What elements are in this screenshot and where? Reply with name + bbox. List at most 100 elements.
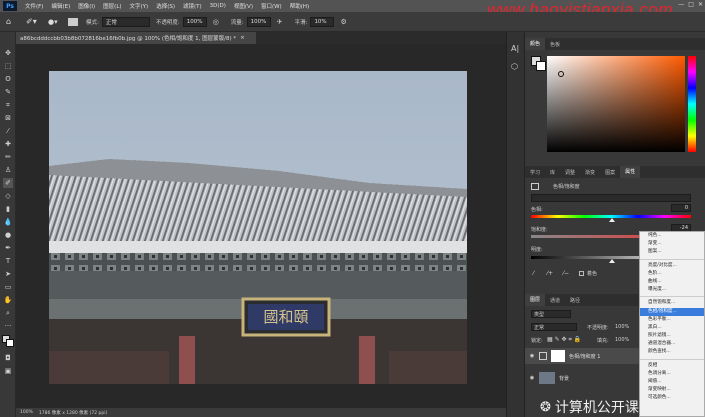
menu-item[interactable]: 渐变映射... bbox=[640, 386, 704, 394]
menu-edit[interactable]: 编辑(E) bbox=[47, 2, 74, 10]
close-tab-icon[interactable]: × bbox=[240, 35, 245, 41]
flow-input[interactable]: 100% bbox=[246, 16, 271, 27]
menu-filter[interactable]: 滤镜(T) bbox=[179, 2, 206, 10]
document-tab[interactable]: a86bcdddccbb03b8b072816be16fb0b.jpg @ 10… bbox=[16, 32, 256, 44]
brush-preset-icon[interactable]: ✐▾ bbox=[26, 17, 44, 26]
hue-value[interactable]: 0 bbox=[671, 204, 691, 212]
history-brush-tool-icon[interactable]: ✐ bbox=[3, 178, 13, 188]
eyedropper-tool-icon[interactable]: ⁄ bbox=[3, 126, 13, 136]
lock-icons[interactable]: ▦ ✎ ✥ ⌗ 🔒 bbox=[547, 336, 581, 344]
preset-select[interactable] bbox=[531, 194, 691, 202]
menu-view[interactable]: 视图(V) bbox=[230, 2, 257, 10]
eraser-tool-icon[interactable]: ◇ bbox=[3, 191, 13, 201]
eyedropper-minus-icon[interactable]: ⁄− bbox=[563, 270, 569, 277]
menu-item[interactable]: 色阶... bbox=[640, 270, 704, 278]
tab-libraries[interactable]: 库 bbox=[545, 169, 560, 176]
pen-tool-icon[interactable]: ✒ bbox=[3, 243, 13, 253]
colorize-checkbox[interactable] bbox=[579, 271, 584, 276]
bg-color-chip[interactable] bbox=[536, 61, 546, 71]
menu-window[interactable]: 窗口(W) bbox=[257, 2, 286, 10]
tab-gradients[interactable]: 渐变 bbox=[580, 169, 600, 176]
menu-item[interactable]: 色相/饱和度... bbox=[640, 307, 704, 316]
menu-help[interactable]: 帮助(H) bbox=[286, 2, 313, 10]
menu-item[interactable]: 纯色... bbox=[640, 232, 704, 240]
quick-mask-icon[interactable]: ◘ bbox=[3, 353, 13, 363]
zoom-tool-icon[interactable]: ⌕ bbox=[3, 308, 13, 318]
brush-panel-icon[interactable] bbox=[68, 17, 78, 26]
menu-item[interactable]: 渐变... bbox=[640, 240, 704, 248]
visibility-eye-icon[interactable]: ◉ bbox=[525, 353, 539, 359]
tab-learn[interactable]: 学习 bbox=[525, 169, 545, 176]
tab-color[interactable]: 颜色 bbox=[525, 38, 546, 50]
menu-item[interactable]: 图案... bbox=[640, 248, 704, 256]
menu-image[interactable]: 图像(I) bbox=[74, 2, 99, 10]
hue-strip[interactable] bbox=[688, 56, 696, 152]
layer-opacity-value[interactable]: 100% bbox=[615, 324, 629, 330]
visibility-eye-icon[interactable]: ◉ bbox=[525, 375, 539, 381]
tab-paths[interactable]: 路径 bbox=[565, 297, 585, 304]
zoom-level[interactable]: 100% bbox=[20, 410, 33, 415]
airbrush-icon[interactable]: ✈ bbox=[277, 18, 287, 26]
menu-item[interactable]: 可选颜色... bbox=[640, 394, 704, 402]
healing-tool-icon[interactable]: ✚ bbox=[3, 139, 13, 149]
menu-item[interactable]: 色调分离... bbox=[640, 370, 704, 378]
dodge-tool-icon[interactable]: ● bbox=[3, 230, 13, 240]
screen-mode-icon[interactable]: ▣ bbox=[3, 366, 13, 376]
more-tools-icon[interactable]: ··· bbox=[3, 321, 13, 331]
menu-type[interactable]: 文字(Y) bbox=[126, 2, 153, 10]
menu-item[interactable]: 颜色查找... bbox=[640, 348, 704, 356]
menu-item[interactable]: 色彩平衡... bbox=[640, 316, 704, 324]
eyedropper-plus-icon[interactable]: ⁄+ bbox=[547, 270, 553, 277]
maximize-button[interactable]: □ bbox=[688, 1, 694, 8]
blend-mode-select[interactable]: 正常 bbox=[531, 323, 577, 331]
frame-tool-icon[interactable]: ⊠ bbox=[3, 113, 13, 123]
menu-file[interactable]: 文件(F) bbox=[21, 2, 47, 10]
fill-value[interactable]: 100% bbox=[615, 337, 629, 343]
move-tool-icon[interactable]: ✥ bbox=[3, 48, 13, 58]
pressure-opacity-icon[interactable]: ◎ bbox=[213, 18, 223, 26]
lightness-slider-thumb[interactable] bbox=[609, 259, 615, 263]
menu-item[interactable]: 通道混合器... bbox=[640, 340, 704, 348]
hand-tool-icon[interactable]: ✋ bbox=[3, 295, 13, 305]
brush-size-icon[interactable]: ●▾ bbox=[48, 18, 66, 26]
tab-layers[interactable]: 图层 bbox=[525, 294, 546, 306]
tab-patterns[interactable]: 图案 bbox=[600, 169, 620, 176]
home-icon[interactable]: ⌂ bbox=[6, 17, 20, 26]
character-panel-icon[interactable]: A| bbox=[511, 44, 519, 53]
mode-select[interactable]: 正常 bbox=[101, 16, 150, 27]
blur-tool-icon[interactable]: 💧 bbox=[3, 217, 13, 227]
tab-swatches[interactable]: 色板 bbox=[545, 41, 565, 48]
gradient-tool-icon[interactable]: ▮ bbox=[3, 204, 13, 214]
shape-tool-icon[interactable]: ▭ bbox=[3, 282, 13, 292]
menu-item[interactable]: 照片滤镜... bbox=[640, 332, 704, 340]
menu-item[interactable]: 阈值... bbox=[640, 378, 704, 386]
path-select-tool-icon[interactable]: ➤ bbox=[3, 269, 13, 279]
hue-slider-thumb[interactable] bbox=[609, 218, 615, 222]
document-image[interactable]: 國和頤 bbox=[49, 71, 467, 384]
brush-tool-icon[interactable]: ✏ bbox=[3, 152, 13, 162]
opacity-input[interactable]: 100% bbox=[182, 16, 207, 27]
clone-stamp-tool-icon[interactable]: ♙ bbox=[3, 165, 13, 175]
layer-mask-thumbnail[interactable] bbox=[551, 350, 565, 362]
tab-adjustments[interactable]: 调整 bbox=[560, 169, 580, 176]
menu-item[interactable]: 曝光度... bbox=[640, 286, 704, 294]
smooth-input[interactable]: 10% bbox=[310, 16, 335, 27]
type-tool-icon[interactable]: T bbox=[3, 256, 13, 266]
paragraph-panel-icon[interactable]: ⬡ bbox=[511, 62, 518, 71]
close-window-button[interactable]: ✕ bbox=[698, 1, 703, 8]
menu-3d[interactable]: 3D(D) bbox=[206, 3, 230, 9]
lasso-tool-icon[interactable]: ʘ bbox=[3, 74, 13, 84]
menu-select[interactable]: 选择(S) bbox=[152, 2, 179, 10]
quick-select-tool-icon[interactable]: ✎ bbox=[3, 87, 13, 97]
background-color-swatch[interactable] bbox=[6, 339, 14, 347]
layer-kind-filter[interactable]: 类型 bbox=[531, 310, 571, 318]
tab-properties[interactable]: 属性 bbox=[620, 166, 641, 178]
marquee-tool-icon[interactable]: ⬚ bbox=[3, 61, 13, 71]
smooth-settings-icon[interactable]: ⚙ bbox=[340, 18, 350, 26]
tab-channels[interactable]: 通道 bbox=[545, 297, 565, 304]
eyedropper-icon[interactable]: ⁄ bbox=[533, 270, 534, 277]
canvas-area[interactable]: 國和頤 bbox=[16, 44, 506, 408]
menu-item[interactable]: 黑白... bbox=[640, 324, 704, 332]
menu-item[interactable]: 曲线... bbox=[640, 278, 704, 286]
menu-layer[interactable]: 图层(L) bbox=[99, 2, 125, 10]
